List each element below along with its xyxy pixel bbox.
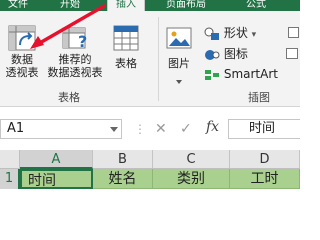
cell-d1[interactable]: 工时 <box>230 169 300 189</box>
shapes-icon <box>204 27 219 40</box>
smartart-icon <box>205 69 219 80</box>
cancel-entry-button[interactable]: ✕ <box>155 121 167 137</box>
ribbon: 数据 透视表 ? 推荐的 数据透视表 表格 表格 图片 形状 ▾ 图标 Smar… <box>0 4 300 107</box>
tab-page-layout[interactable]: 页面布局 <box>166 0 220 11</box>
cell-a1[interactable]: 时间 <box>20 169 93 189</box>
pictures-button[interactable]: 图片 <box>164 25 194 70</box>
icons-button[interactable]: 图标 <box>204 46 248 62</box>
smartart-button[interactable]: SmartArt <box>204 66 278 82</box>
picture-icon <box>166 27 192 49</box>
icons-icon <box>205 49 220 60</box>
cell-c1[interactable]: 类别 <box>153 169 230 189</box>
annotation-arrow-icon <box>30 4 106 49</box>
group-label-illustrations: 插图 <box>248 91 270 104</box>
tab-formulas[interactable]: 公式 <box>246 0 276 11</box>
recommended-pivot-label-line2: 数据透视表 <box>47 66 103 79</box>
formula-bar: A1 ⋮ ✕ ✓ fx 时间 <box>0 107 300 147</box>
group-label-tables: 表格 <box>58 91 80 104</box>
column-header-d[interactable]: D <box>230 150 300 169</box>
pictures-label: 图片 <box>168 57 190 70</box>
name-box-dropdown-icon[interactable] <box>110 127 118 132</box>
select-all-corner[interactable] <box>0 150 20 169</box>
shapes-button[interactable]: 形状 ▾ <box>204 25 256 41</box>
smartart-label: SmartArt <box>223 67 278 81</box>
row-header-1[interactable]: 1 <box>0 169 20 189</box>
worksheet-grid: A B C D 1 时间 姓名 类别 工时 <box>0 150 300 200</box>
pictures-dropdown-icon <box>176 80 182 84</box>
insert-function-button[interactable]: fx <box>206 119 219 135</box>
enter-entry-button[interactable]: ✓ <box>180 121 192 137</box>
column-header-a[interactable]: A <box>20 150 93 169</box>
ribbon-group-separator <box>158 17 159 101</box>
cell-b1[interactable]: 姓名 <box>93 169 153 189</box>
formula-input[interactable]: 时间 <box>228 119 300 139</box>
pivot-table-label-line2: 透视表 <box>5 66 39 79</box>
shapes-dropdown-icon: ▾ <box>251 30 257 40</box>
add-in-icon[interactable] <box>288 27 299 38</box>
screenshot-icon[interactable] <box>286 48 298 59</box>
shapes-label: 形状 <box>223 26 248 40</box>
column-header-c[interactable]: C <box>153 150 230 169</box>
name-box[interactable]: A1 <box>0 119 122 139</box>
column-header-b[interactable]: B <box>93 150 153 169</box>
icons-label: 图标 <box>223 47 248 61</box>
formula-bar-grip-icon: ⋮ <box>134 122 146 136</box>
